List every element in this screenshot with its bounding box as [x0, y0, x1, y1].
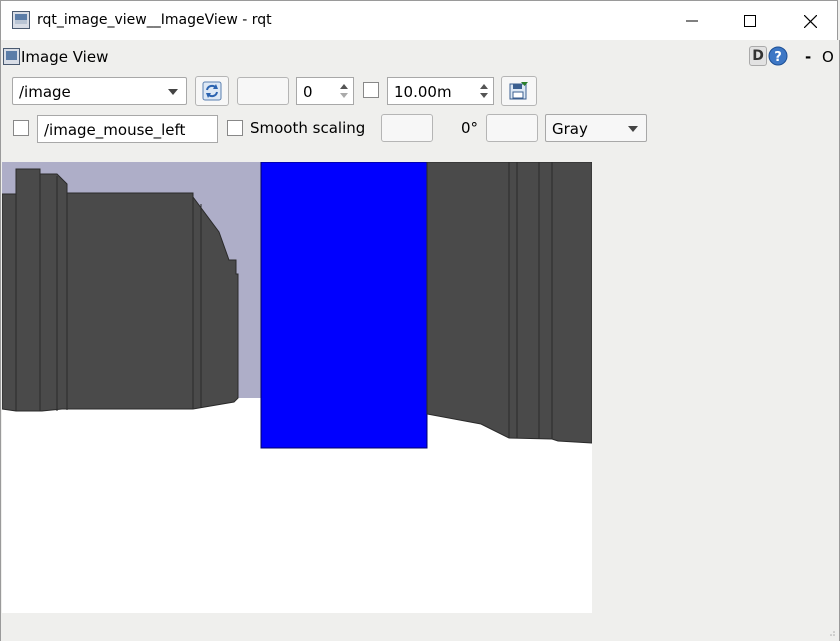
topic-value: /image	[19, 83, 71, 101]
close-icon	[803, 14, 817, 28]
rotate-left-button[interactable]	[381, 114, 433, 142]
resize-grip-icon[interactable]	[826, 627, 836, 637]
save-image-button[interactable]	[501, 76, 537, 106]
plugin-title: Image View	[21, 48, 109, 66]
plugin-icon	[3, 48, 20, 65]
chevron-down-icon	[628, 126, 638, 132]
window-title: rqt_image_view__ImageView - rqt	[37, 12, 272, 28]
maximize-button[interactable]	[727, 1, 773, 41]
smooth-scaling-label: Smooth scaling	[250, 119, 366, 137]
value-spinbox[interactable]: 0	[296, 77, 354, 105]
topic-combo[interactable]: /image	[12, 77, 187, 105]
minimize-plugin-button[interactable]: -	[805, 48, 811, 66]
max-range-text: 10.00m	[394, 83, 452, 101]
close-plugin-button[interactable]: O	[822, 48, 834, 66]
save-icon	[509, 82, 528, 100]
svg-text:?: ?	[774, 50, 782, 65]
window-titlebar: rqt_image_view__ImageView - rqt	[0, 0, 838, 40]
value-spinbox-text: 0	[303, 83, 313, 101]
colormap-combo[interactable]: Gray	[545, 114, 647, 142]
spin-arrows-icon[interactable]	[336, 79, 352, 103]
smooth-scaling-checkbox[interactable]	[227, 120, 243, 136]
colormap-value: Gray	[552, 120, 588, 138]
spin-arrows-icon[interactable]	[476, 79, 492, 103]
mouse-topic-text: /image_mouse_left	[44, 121, 186, 139]
plugin-header: Image View D ? - O	[0, 44, 840, 70]
minimize-icon	[686, 20, 698, 22]
refresh-icon	[202, 81, 222, 101]
blank-button-1[interactable]	[237, 77, 289, 105]
dock-d-button[interactable]: D	[749, 46, 767, 66]
mouse-topic-input[interactable]: /image_mouse_left	[37, 115, 218, 143]
mouse-publish-checkbox[interactable]	[13, 120, 29, 136]
camera-image	[2, 162, 592, 613]
maximize-icon	[744, 15, 756, 27]
help-icon[interactable]: ?	[768, 46, 788, 66]
app-icon	[12, 11, 30, 29]
close-button[interactable]	[787, 1, 833, 41]
rotation-label: 0°	[461, 119, 479, 137]
minimize-button[interactable]	[669, 1, 715, 41]
rotate-right-button[interactable]	[486, 114, 538, 142]
max-range-checkbox[interactable]	[363, 82, 379, 98]
chevron-down-icon	[168, 89, 178, 95]
refresh-button[interactable]	[195, 76, 229, 106]
max-range-spinbox[interactable]: 10.00m	[387, 77, 494, 105]
image-display[interactable]	[2, 162, 592, 613]
